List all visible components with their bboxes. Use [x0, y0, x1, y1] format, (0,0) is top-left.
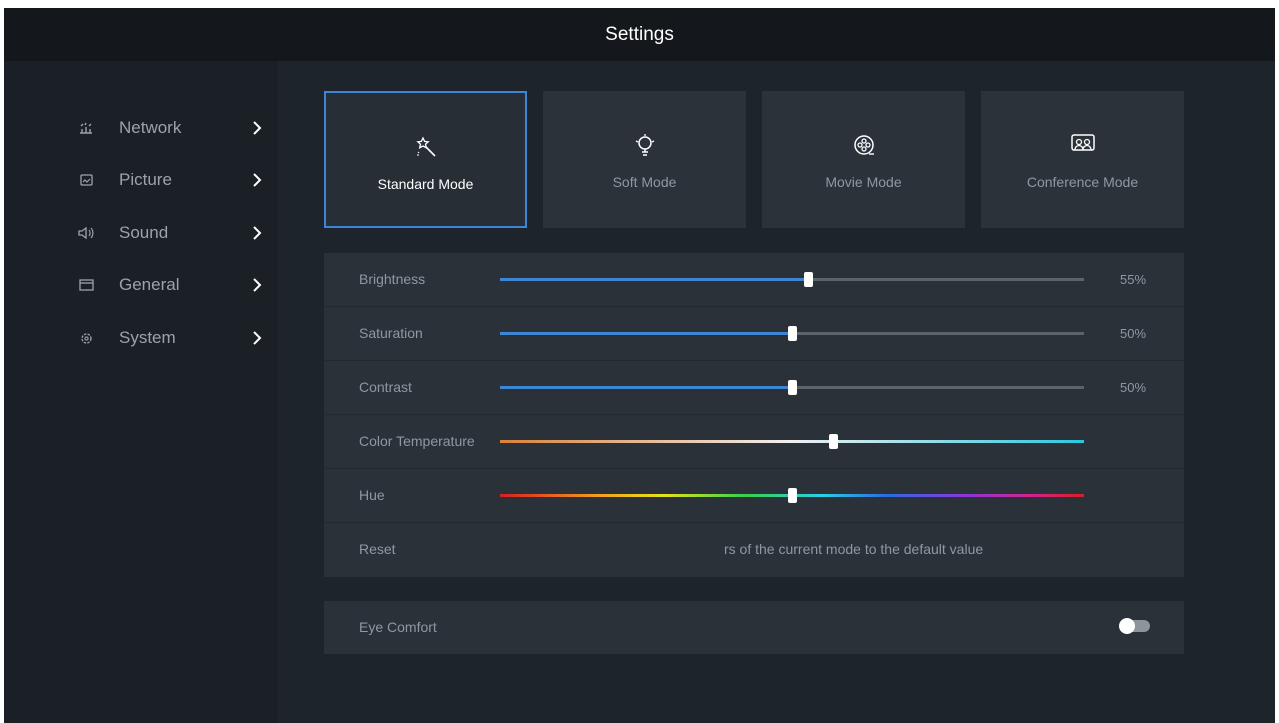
header-bar: Settings: [4, 8, 1275, 61]
saturation-slider-fill: [500, 332, 792, 335]
saturation-slider-knob[interactable]: [788, 326, 797, 341]
hue-slider[interactable]: [500, 488, 1084, 503]
mode-card-standard[interactable]: Standard Mode: [324, 91, 527, 228]
color-temperature-row[interactable]: Color Temperature: [324, 415, 1184, 469]
eye-comfort-row[interactable]: Eye Comfort: [324, 601, 1184, 654]
saturation-row[interactable]: Saturation 50%: [324, 307, 1184, 361]
system-icon: [78, 330, 94, 346]
mode-card-soft[interactable]: Soft Mode: [543, 91, 746, 228]
reset-label: Reset: [359, 541, 396, 557]
sidebar-item-general[interactable]: General: [4, 265, 278, 305]
mode-label: Standard Mode: [377, 176, 474, 192]
brightness-slider[interactable]: [500, 272, 1084, 287]
sidebar-item-label: Network: [119, 118, 182, 137]
eye-comfort-label: Eye Comfort: [359, 619, 437, 635]
brightness-value: 55%: [1120, 272, 1147, 287]
reset-description-container: rs of the current mode to the default va…: [724, 541, 1184, 557]
contrast-label: Contrast: [359, 379, 412, 395]
saturation-label: Saturation: [359, 325, 423, 341]
brightness-row[interactable]: Brightness 55%: [324, 253, 1184, 307]
reset-row[interactable]: Reset rs of the current mode to the defa…: [324, 523, 1184, 576]
eye-comfort-toggle[interactable]: [1119, 618, 1150, 634]
network-icon: [78, 120, 94, 136]
color-temperature-slider-knob[interactable]: [828, 434, 838, 449]
chevron-right-icon: [250, 120, 264, 136]
mode-label: Conference Mode: [1026, 174, 1139, 190]
sidebar-item-label: General: [119, 275, 180, 294]
sidebar-item-label: Sound: [119, 223, 169, 242]
contrast-slider-fill: [500, 386, 792, 389]
brightness-slider-knob[interactable]: [803, 272, 813, 287]
contrast-slider[interactable]: [500, 380, 1084, 395]
sidebar-item-system[interactable]: System: [4, 318, 278, 358]
sidebar-item-picture[interactable]: Picture: [4, 160, 278, 200]
chevron-right-icon: [250, 225, 264, 241]
saturation-value: 50%: [1120, 326, 1147, 341]
picture-settings-main: Standard Mode Soft Mode Movie Mode Confe…: [278, 61, 1275, 723]
color-temperature-label: Color Temperature: [359, 433, 475, 449]
hue-label: Hue: [359, 487, 385, 503]
mode-card-movie[interactable]: Movie Mode: [762, 91, 965, 228]
sidebar-item-network[interactable]: Network: [4, 108, 278, 148]
sidebar: Network Picture Sound General System: [4, 61, 278, 723]
sidebar-item-sound[interactable]: Sound: [4, 213, 278, 253]
mode-label: Soft Mode: [612, 174, 677, 190]
color-temperature-slider[interactable]: [500, 434, 1084, 449]
hue-slider-knob[interactable]: [788, 488, 797, 503]
brightness-slider-fill: [500, 278, 808, 281]
settings-window: Settings Network Picture Sound General S…: [4, 8, 1275, 723]
saturation-slider[interactable]: [500, 326, 1084, 341]
mode-card-conference[interactable]: Conference Mode: [981, 91, 1184, 228]
hue-row[interactable]: Hue: [324, 469, 1184, 523]
contrast-slider-knob[interactable]: [788, 380, 797, 395]
magic-wand-icon: [326, 133, 525, 161]
contrast-value: 50%: [1120, 380, 1147, 395]
eye-comfort-toggle-thumb: [1119, 618, 1135, 634]
mode-label: Movie Mode: [825, 174, 902, 190]
page-title: Settings: [605, 23, 674, 45]
general-icon: [78, 277, 94, 293]
reset-description: rs of the current mode to the default va…: [724, 541, 984, 557]
sidebar-item-label: Picture: [119, 170, 172, 189]
conference-icon: [981, 131, 1184, 159]
picture-adjustments-panel: Brightness 55% Saturation 50% Contrast 5…: [324, 253, 1184, 577]
chevron-right-icon: [250, 330, 264, 346]
chevron-right-icon: [250, 172, 264, 188]
picture-icon: [78, 172, 94, 188]
sound-icon: [78, 225, 94, 241]
contrast-row[interactable]: Contrast 50%: [324, 361, 1184, 415]
sidebar-item-label: System: [119, 328, 176, 347]
brightness-label: Brightness: [359, 271, 426, 287]
lightbulb-icon: [543, 131, 746, 159]
chevron-right-icon: [250, 277, 264, 293]
film-reel-icon: [762, 131, 965, 159]
